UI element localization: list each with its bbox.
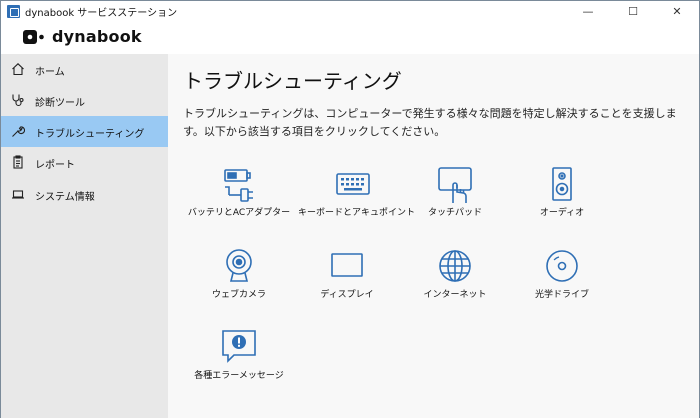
sidebar-item-label: システム情報: [35, 192, 95, 203]
close-button[interactable]: ✕: [656, 1, 698, 22]
globe-icon: [435, 247, 475, 287]
main-content: トラブルシューティング トラブルシューティングは、コンピューターで発生する様々な…: [168, 54, 699, 418]
tile-display[interactable]: ディスプレイ: [292, 247, 402, 317]
sidebar-item-home[interactable]: ホーム: [1, 54, 168, 85]
tile-keyboard-accupoint[interactable]: キーボードとアキュポイント: [298, 165, 416, 235]
title-bar[interactable]: dynabook サービスステーション — ☐ ✕: [1, 1, 699, 22]
sidebar-item-system-info[interactable]: システム情報: [1, 179, 168, 210]
error-message-icon: [219, 328, 259, 368]
keyboard-icon: [333, 165, 373, 205]
tile-error-messages[interactable]: 各種エラーメッセージ: [184, 328, 294, 398]
laptop-icon: [11, 187, 25, 201]
tile-webcam[interactable]: ウェブカメラ: [184, 247, 294, 317]
tile-label: オーディオ: [539, 208, 585, 218]
sidebar-item-label: レポート: [35, 160, 75, 171]
tile-battery-ac-adapter[interactable]: バッテリとACアダプター: [184, 165, 294, 235]
minimize-button[interactable]: —: [567, 1, 609, 22]
webcam-icon: [219, 247, 259, 287]
clipboard-icon: [11, 155, 25, 169]
brand-name: dynabook: [52, 27, 142, 46]
battery-plug-icon: [219, 165, 259, 205]
disc-icon: [542, 247, 582, 287]
home-icon: [11, 62, 25, 76]
sidebar-item-label: 診断ツール: [35, 98, 85, 109]
sidebar-item-label: トラブルシューティング: [35, 129, 145, 140]
window-title: dynabook サービスステーション: [25, 8, 178, 19]
page-title: トラブルシューティング: [183, 69, 402, 93]
stethoscope-icon: [11, 93, 25, 107]
tile-label: 各種エラーメッセージ: [194, 371, 284, 381]
maximize-button[interactable]: ☐: [612, 1, 654, 22]
sidebar-item-label: ホーム: [35, 67, 65, 78]
touchpad-icon: [435, 165, 475, 205]
speaker-icon: [542, 165, 582, 205]
page-description: トラブルシューティングは、コンピューターで発生する様々な問題を特定し解決すること…: [183, 107, 677, 138]
tile-label: タッチパッド: [427, 208, 482, 218]
wrench-icon: [11, 124, 25, 138]
tile-audio[interactable]: オーディオ: [507, 165, 617, 235]
tile-label: 光学ドライブ: [534, 290, 589, 300]
app-icon: [7, 5, 20, 18]
tile-optical-drive[interactable]: 光学ドライブ: [507, 247, 617, 317]
tile-touchpad[interactable]: タッチパッド: [400, 165, 510, 235]
tile-label: キーボードとアキュポイント: [298, 208, 416, 218]
dynabook-logo-icon: [23, 29, 45, 45]
tile-label: ウェブカメラ: [211, 290, 266, 300]
tile-internet[interactable]: インターネット: [400, 247, 510, 317]
app-window: dynabook サービスステーション — ☐ ✕ dynabook ホーム 診…: [0, 0, 700, 418]
sidebar: ホーム 診断ツール トラブルシューティング レポート システム情報: [1, 54, 168, 418]
sidebar-item-diagnostics[interactable]: 診断ツール: [1, 85, 168, 116]
tile-label: インターネット: [423, 290, 487, 300]
brand-header: dynabook: [1, 22, 699, 54]
tile-label: バッテリとACアダプター: [187, 208, 291, 218]
sidebar-item-troubleshooting[interactable]: トラブルシューティング: [1, 116, 168, 147]
sidebar-item-report[interactable]: レポート: [1, 147, 168, 178]
display-icon: [327, 247, 367, 287]
tile-label: ディスプレイ: [320, 290, 374, 300]
